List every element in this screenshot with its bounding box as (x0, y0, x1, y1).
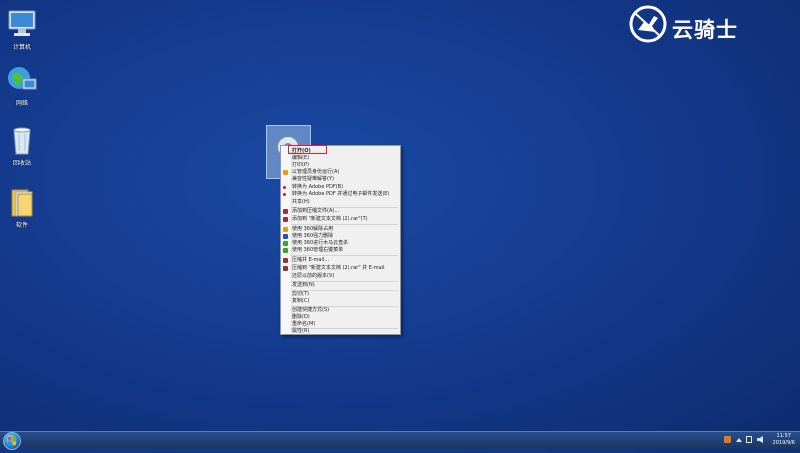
highlight-box (288, 145, 327, 154)
menu-item-label: 使用 360进行木马云查杀 (292, 240, 349, 246)
shield-icon (283, 170, 288, 175)
pdf-icon (283, 186, 286, 189)
clock[interactable]: 11:57 2019/9/6 (773, 433, 795, 447)
network-icon (8, 67, 37, 90)
menu-item-rename[interactable]: 重命名(M) (291, 321, 315, 328)
menu-item-add-to-rar[interactable]: 添加到 "新建文本文档 (2).rar"(T) (283, 216, 368, 223)
menu-item-label: 使用 360强力删除 (292, 233, 334, 239)
menu-item-label: 添加到 "新建文本文档 (2).rar"(T) (292, 216, 368, 222)
menu-item-label: 打印(P) (292, 162, 309, 168)
menu-item-print[interactable]: 打印(P) (291, 162, 309, 169)
menu-item-convert-pdf-email[interactable]: 转换为 Adobe PDF 并通过电子邮件发送(E) (283, 191, 390, 198)
desktop-icon-computer[interactable]: 计算机 (4, 8, 40, 51)
menu-item-label: 以管理员身份运行(A) (292, 169, 340, 175)
clock-date: 2019/9/6 (772, 440, 795, 446)
menu-separator (291, 255, 398, 256)
menu-item-label: 压缩到 "新建文本文档 (2).rar" 并 E-mail (292, 265, 385, 271)
watermark-logo: 云骑士 (628, 4, 778, 44)
menu-item-label: 重命名(M) (292, 321, 316, 327)
desktop-icon-software-folder[interactable]: 软件 (4, 186, 40, 229)
menu-item-label: 转换为 Adobe PDF 并通过电子邮件发送(E) (292, 191, 390, 197)
menu-item-label: 兼容性疑难解答(Y) (292, 176, 334, 182)
menu-item-label: 创建快捷方式(S) (292, 307, 330, 313)
menu-item-label: 转换为 Adobe PDF(B) (292, 184, 344, 190)
volume-icon[interactable] (757, 436, 763, 443)
computer-icon (8, 10, 36, 36)
menu-item-label: 发送到(N) (292, 282, 315, 288)
menu-item-label: 使用 360解除占用 (292, 226, 334, 232)
clock-time: 11:57 (776, 433, 791, 439)
folder-icon (11, 189, 33, 217)
show-hidden-icons-icon[interactable] (736, 438, 742, 442)
menu-item-label: 剪切(T) (292, 291, 309, 297)
windows-logo-icon (8, 437, 16, 445)
menu-item-cut[interactable]: 剪切(T) (291, 291, 309, 298)
start-button[interactable] (3, 432, 21, 450)
desktop-icon-label: 计算机 (12, 44, 31, 51)
pdf-icon (283, 193, 286, 196)
menu-item-properties[interactable]: 属性(R) (291, 328, 309, 335)
menu-item-label: 压缩并 E-mail... (292, 257, 330, 263)
menu-item-label: 属性(R) (292, 328, 310, 334)
menu-item-copy[interactable]: 复制(C) (291, 298, 309, 305)
archive-icon (283, 258, 288, 263)
watermark-text: 云骑士 (672, 18, 738, 42)
menu-item-360-trojan-scan[interactable]: 使用 360进行木马云查杀 (283, 240, 349, 247)
menu-item-label: 还原以前的版本(V) (292, 273, 335, 279)
menu-item-add-to-archive[interactable]: 添加到压缩文件(A)... (283, 208, 340, 215)
menu-item-send-to[interactable]: 发送到(N) (291, 282, 315, 289)
desktop-icon-label: 回收站 (12, 160, 31, 167)
archive-icon (283, 209, 288, 214)
recycle-bin-icon (13, 127, 31, 155)
menu-item-run-as-admin[interactable]: 以管理员身份运行(A) (283, 169, 340, 176)
menu-item-convert-pdf[interactable]: 转换为 Adobe PDF(B) (283, 184, 344, 191)
archive-icon (283, 266, 288, 271)
desktop-icon-label: 软件 (15, 222, 28, 229)
menu-item-360-force-delete[interactable]: 使用 360强力删除 (283, 233, 334, 240)
system-tray: 11:57 2019/9/6 (720, 432, 800, 449)
archive-icon (283, 217, 288, 222)
menu-item-create-shortcut[interactable]: 创建快捷方式(S) (291, 307, 329, 314)
menu-item-label: 复制(C) (292, 298, 310, 304)
ime-icon[interactable] (724, 436, 731, 443)
360-icon (283, 234, 288, 239)
network-tray-icon[interactable] (746, 436, 752, 443)
menu-item-delete[interactable]: 删除(D) (291, 314, 310, 321)
desktop-icon-recycle-bin[interactable]: 回收站 (4, 124, 40, 167)
360-icon (283, 227, 288, 232)
knight-logo-icon (629, 5, 667, 43)
menu-item-360-unlock[interactable]: 使用 360解除占用 (283, 226, 334, 233)
menu-separator (291, 224, 398, 225)
menu-item-label: 删除(D) (292, 314, 310, 320)
taskbar: 11:57 2019/9/6 (0, 431, 800, 450)
desktop-icon-network[interactable]: 网络 (4, 64, 40, 107)
menu-item-share[interactable]: 共享(H) (291, 199, 310, 206)
menu-item-compress-email[interactable]: 压缩并 E-mail... (283, 257, 330, 264)
menu-item-label: 使用 360管理右键菜单 (292, 247, 344, 253)
menu-item-360-manage-menu[interactable]: 使用 360管理右键菜单 (283, 247, 344, 254)
menu-item-troubleshoot[interactable]: 兼容性疑难解答(Y) (291, 176, 334, 183)
menu-item-label: 添加到压缩文件(A)... (292, 208, 340, 214)
menu-item-label: 编辑(E) (292, 155, 310, 161)
menu-item-label: 共享(H) (292, 199, 310, 205)
360-icon (283, 248, 288, 253)
desktop-icon-label: 网络 (15, 100, 28, 107)
menu-item-restore-versions[interactable]: 还原以前的版本(V) (291, 273, 334, 280)
context-menu: 打开(O) 编辑(E) 打印(P) 以管理员身份运行(A) 兼容性疑难解答(Y)… (280, 145, 401, 335)
menu-item-edit[interactable]: 编辑(E) (291, 155, 309, 162)
360-icon (283, 241, 288, 246)
menu-item-compress-rar-email[interactable]: 压缩到 "新建文本文档 (2).rar" 并 E-mail (283, 265, 385, 272)
